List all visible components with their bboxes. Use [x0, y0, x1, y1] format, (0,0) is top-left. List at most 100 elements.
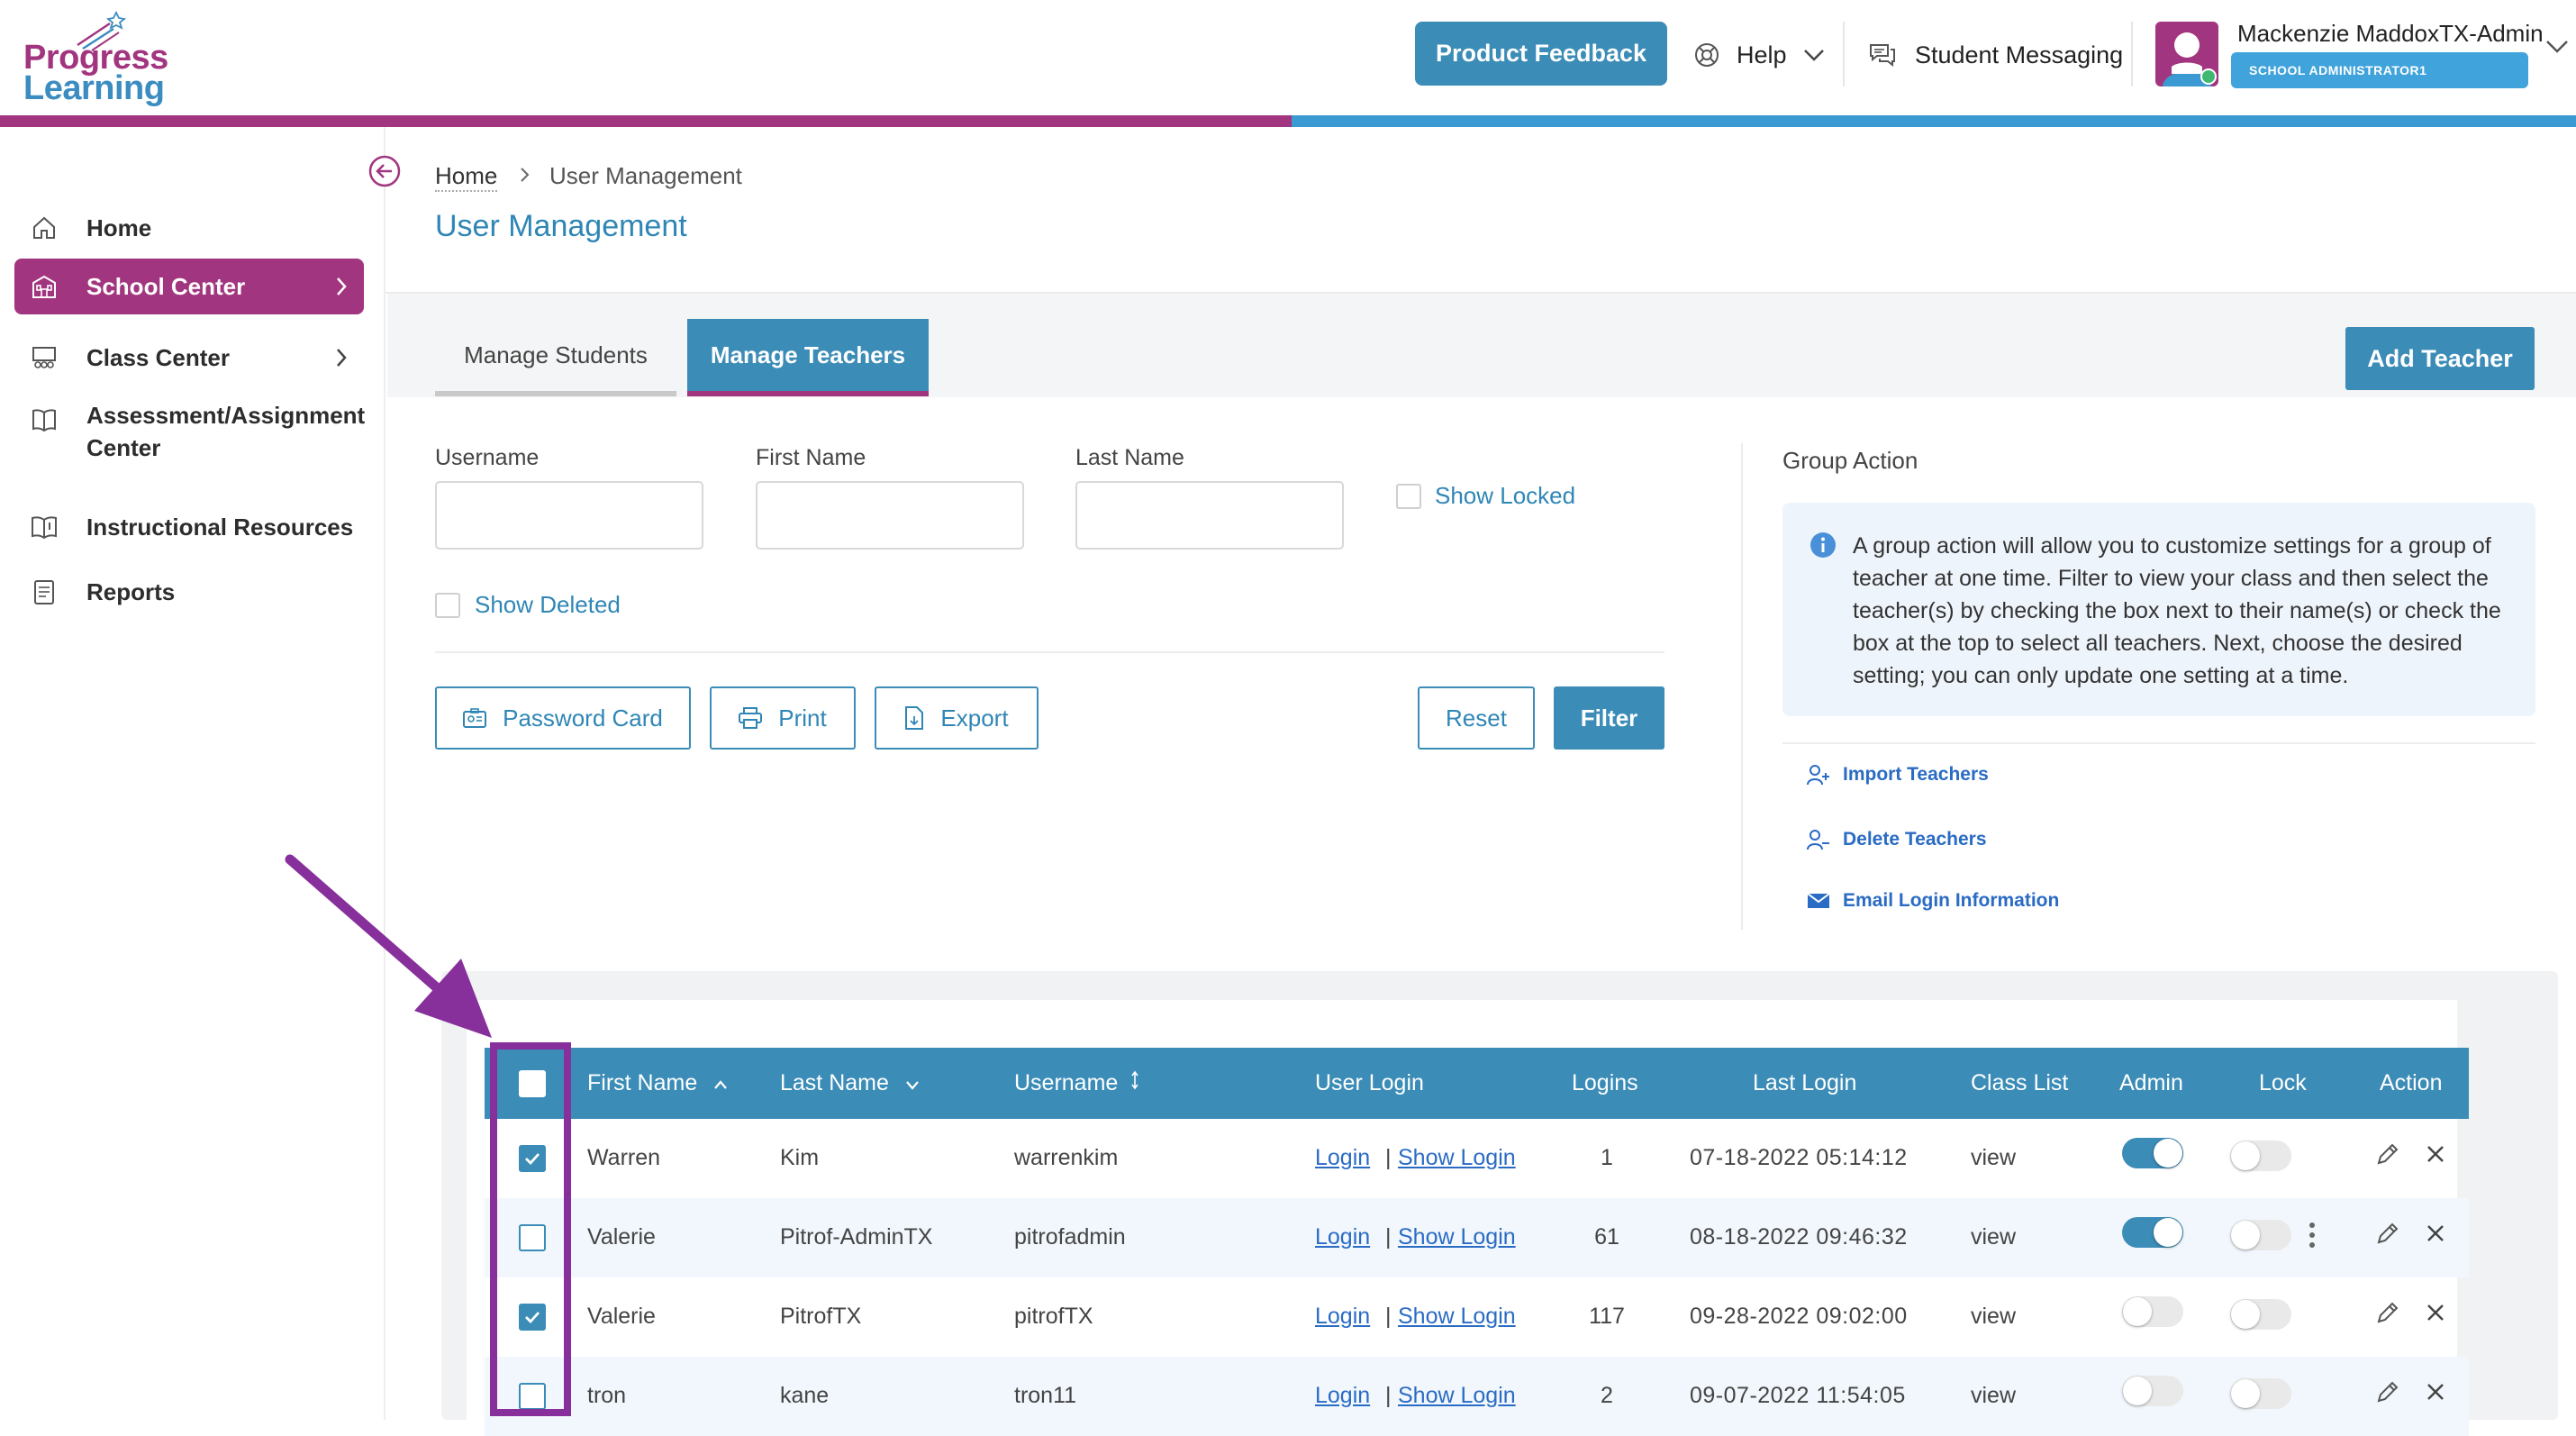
lock-toggle[interactable] — [2230, 1220, 2291, 1250]
class-list-view-link[interactable]: view — [1971, 1304, 2016, 1330]
column-header-action: Action — [2380, 1070, 2443, 1095]
breadcrumb-home-link[interactable]: Home — [435, 162, 498, 192]
class-list-view-link[interactable]: view — [1971, 1383, 2016, 1409]
column-header-first-name[interactable]: First Name — [587, 1048, 729, 1119]
reset-button[interactable]: Reset — [1418, 686, 1535, 750]
column-header-logins: Logins — [1572, 1070, 1638, 1095]
product-feedback-button[interactable]: Product Feedback — [1415, 22, 1667, 86]
email-login-information-link[interactable]: Email Login Information — [1807, 890, 2059, 912]
show-login-link[interactable]: Show Login — [1398, 1304, 1516, 1330]
admin-toggle[interactable] — [2122, 1376, 2183, 1406]
student-messaging-link[interactable]: Student Messaging — [1868, 32, 2123, 77]
lock-toggle[interactable] — [2230, 1299, 2291, 1330]
class-list-view-link[interactable]: view — [1971, 1145, 2016, 1171]
chevron-down-icon — [1803, 50, 1824, 61]
top-header: Progress Learning Product Feedback Help … — [0, 0, 2576, 115]
column-header-last-login: Last Login — [1753, 1070, 1857, 1095]
delete-x-icon[interactable] — [2425, 1381, 2446, 1403]
sidebar-item-home[interactable]: Home — [14, 201, 364, 255]
login-link[interactable]: Login — [1315, 1224, 1370, 1250]
sort-ascending-icon — [714, 1080, 728, 1089]
edit-pencil-icon[interactable] — [2374, 1141, 2401, 1168]
column-header-username[interactable]: Username — [1014, 1048, 1140, 1119]
cell-username: warrenkim — [1014, 1145, 1119, 1170]
admin-toggle[interactable] — [2122, 1217, 2183, 1248]
sidebar-item-assessment-center[interactable]: Assessment/Assignment Center — [14, 399, 365, 471]
delete-teachers-link[interactable]: Delete Teachers — [1807, 829, 1987, 850]
chevron-right-icon — [337, 277, 347, 295]
first-name-input[interactable] — [756, 481, 1024, 550]
filter-button[interactable]: Filter — [1554, 686, 1664, 750]
cell-last-login: 09-28-2022 09:02:00 — [1690, 1304, 1908, 1329]
cell-logins: 2 — [1601, 1383, 1613, 1408]
admin-toggle[interactable] — [2122, 1138, 2183, 1168]
cell-logins: 117 — [1589, 1304, 1625, 1329]
last-name-label: Last Name — [1075, 445, 1184, 470]
sidebar-item-class-center[interactable]: Class Center — [14, 331, 364, 385]
print-button[interactable]: Print — [710, 686, 856, 750]
add-teacher-button[interactable]: Add Teacher — [2345, 327, 2535, 390]
cell-last-name: Pitrof-AdminTX — [780, 1224, 933, 1250]
divider — [1782, 742, 2535, 744]
sidebar-item-reports[interactable]: Reports — [14, 565, 364, 619]
user-minus-icon — [1807, 829, 1830, 850]
import-teachers-link[interactable]: Import Teachers — [1807, 764, 1989, 786]
avatar[interactable] — [2155, 22, 2218, 86]
header-divider — [2131, 22, 2133, 86]
tab-manage-teachers[interactable]: Manage Teachers — [687, 319, 929, 396]
import-teachers-label: Import Teachers — [1843, 764, 1989, 785]
user-menu-chevron-down-icon[interactable] — [2545, 40, 2569, 54]
toggle-knob — [2154, 1139, 2182, 1168]
sidebar-item-instructional-resources[interactable]: Instructional Resources — [14, 500, 364, 554]
tab-manage-students[interactable]: Manage Students — [435, 319, 676, 396]
admin-toggle[interactable] — [2122, 1296, 2183, 1327]
more-options-icon[interactable] — [2308, 1222, 2317, 1249]
delete-teachers-label: Delete Teachers — [1843, 829, 1987, 850]
login-link[interactable]: Login — [1315, 1383, 1370, 1409]
login-link[interactable]: Login — [1315, 1304, 1370, 1330]
cell-username: pitrofadmin — [1014, 1224, 1126, 1250]
help-menu[interactable]: Help — [1693, 32, 1825, 77]
lock-toggle[interactable] — [2230, 1141, 2291, 1171]
sort-both-icon — [1131, 1070, 1138, 1090]
show-deleted-label[interactable]: Show Deleted — [475, 591, 621, 619]
sidebar-item-label: Reports — [86, 577, 176, 605]
brand-band-purple — [0, 115, 1292, 127]
export-button[interactable]: Export — [875, 686, 1039, 750]
delete-x-icon[interactable] — [2425, 1143, 2446, 1165]
show-deleted-checkbox[interactable] — [435, 593, 460, 618]
column-header-last-name[interactable]: Last Name — [780, 1048, 921, 1119]
login-link[interactable]: Login — [1315, 1145, 1370, 1171]
delete-x-icon[interactable] — [2425, 1302, 2446, 1323]
sidebar-item-school-center[interactable]: School Center — [14, 259, 364, 314]
printer-icon — [739, 707, 763, 729]
logo-text-learning: Learning — [23, 69, 165, 107]
divider — [435, 651, 1664, 653]
delete-x-icon[interactable] — [2425, 1222, 2446, 1244]
report-icon — [29, 577, 59, 607]
sidebar-item-label-wrap: Assessment/Assignment Center — [86, 399, 365, 464]
show-login-link[interactable]: Show Login — [1398, 1145, 1516, 1171]
lifebuoy-icon — [1695, 43, 1719, 67]
progress-learning-logo[interactable]: Progress Learning — [23, 5, 168, 106]
cell-last-name: Kim — [780, 1145, 820, 1170]
username-input[interactable] — [435, 481, 703, 550]
cell-first-name: Warren — [587, 1145, 661, 1170]
cell-username: pitrofTX — [1014, 1304, 1093, 1329]
edit-pencil-icon[interactable] — [2374, 1220, 2401, 1247]
show-login-link[interactable]: Show Login — [1398, 1383, 1516, 1409]
cell-first-name: tron — [587, 1383, 627, 1408]
show-locked-label[interactable]: Show Locked — [1435, 482, 1575, 510]
last-name-input[interactable] — [1075, 481, 1344, 550]
password-card-button[interactable]: Password Card — [435, 686, 691, 750]
show-login-link[interactable]: Show Login — [1398, 1224, 1516, 1250]
resources-icon — [29, 512, 59, 542]
toggle-knob — [2231, 1221, 2260, 1250]
show-locked-checkbox[interactable] — [1396, 484, 1421, 509]
edit-pencil-icon[interactable] — [2374, 1378, 2401, 1405]
collapse-sidebar-icon[interactable] — [367, 154, 402, 188]
lock-toggle[interactable] — [2230, 1378, 2291, 1409]
edit-pencil-icon[interactable] — [2374, 1299, 2401, 1326]
info-icon — [1810, 532, 1836, 558]
class-list-view-link[interactable]: view — [1971, 1224, 2016, 1250]
